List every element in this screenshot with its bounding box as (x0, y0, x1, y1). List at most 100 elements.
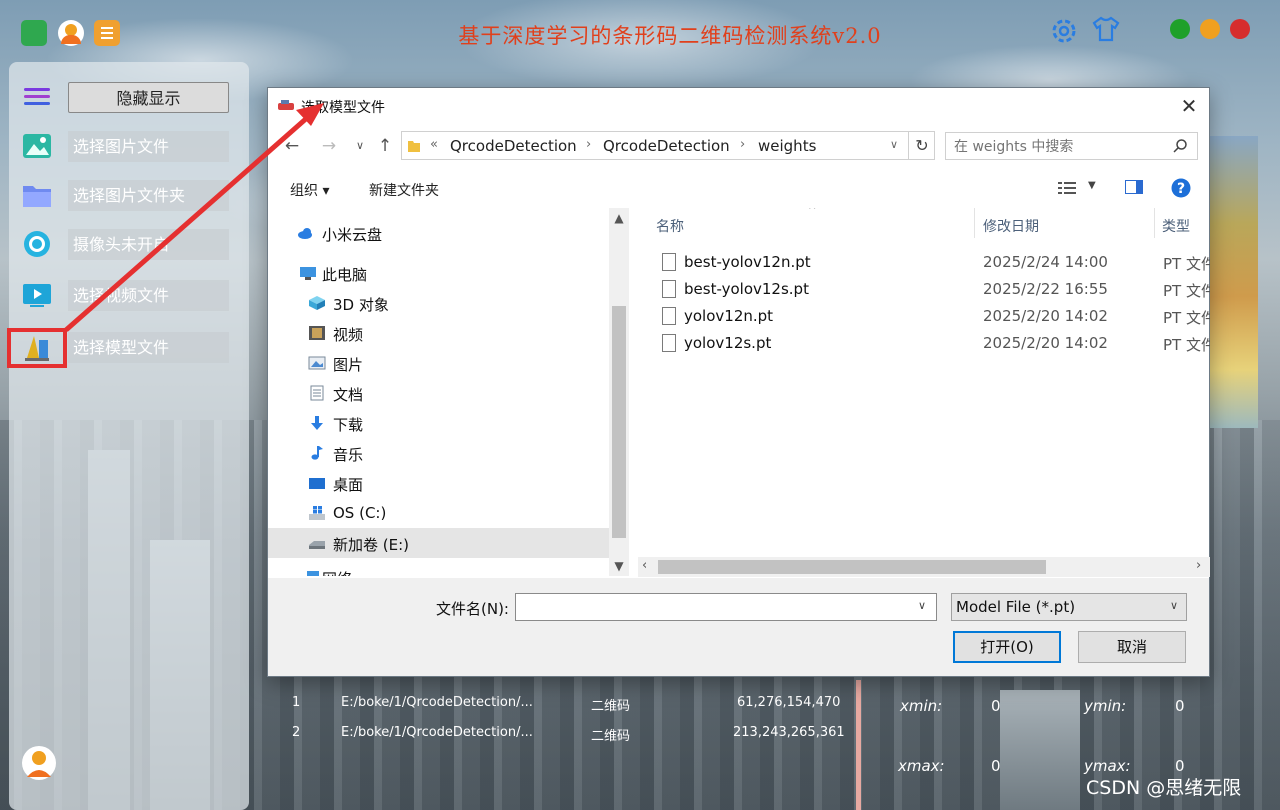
nav-item-videos[interactable]: 视频 (268, 318, 609, 348)
download-icon (311, 416, 323, 430)
nav-item-os-c[interactable]: OS (C:) (268, 498, 609, 528)
menu-icon[interactable] (21, 82, 53, 112)
table-row[interactable]: 1 E:/boke/1/QrcodeDetection/... 二维码 61,2… (282, 688, 856, 718)
ymin-value: 0 (1175, 697, 1185, 715)
column-header-date[interactable]: 修改日期 (983, 216, 1039, 236)
scroll-up-icon[interactable]: ▲ (609, 211, 629, 225)
view-dropdown-icon[interactable]: ▼ (1088, 180, 1096, 191)
address-segment[interactable]: QrcodeDetection (450, 137, 577, 155)
file-list-hscrollbar[interactable]: ‹ › (638, 557, 1210, 577)
scrollbar-thumb[interactable] (658, 560, 1046, 574)
search-input[interactable] (954, 137, 1164, 157)
theme-shirt-icon[interactable] (1092, 16, 1120, 42)
dialog-close-icon[interactable]: ✕ (1174, 92, 1204, 120)
sort-ascending-icon: ^ (808, 208, 817, 216)
close-button[interactable] (1230, 19, 1250, 39)
file-icon (662, 253, 676, 271)
sidebar-item-image-file[interactable]: 选择图片文件 (9, 127, 249, 167)
file-type: PT 文件 (1163, 336, 1210, 354)
chevron-down-icon[interactable]: ∨ (890, 138, 898, 151)
logo-icon[interactable] (21, 20, 47, 46)
chevron-down-icon[interactable]: ∨ (1170, 599, 1178, 612)
address-segment[interactable]: QrcodeDetection (603, 137, 730, 155)
folder-icon (408, 141, 420, 152)
dialog-titlebar[interactable]: 选取模型文件 ✕ (268, 88, 1209, 124)
table-row[interactable]: 2 E:/boke/1/QrcodeDetection/... 二维码 213,… (282, 718, 856, 748)
settings-icon[interactable] (1049, 16, 1079, 46)
file-icon (662, 307, 676, 325)
scrollbar-thumb[interactable] (612, 306, 626, 538)
organize-button[interactable]: 组织 ▾ (290, 180, 329, 200)
address-segment[interactable]: weights (758, 137, 816, 155)
chevron-right-icon: › (740, 137, 746, 152)
view-options-icon[interactable] (1058, 181, 1076, 195)
nav-item-this-pc[interactable]: 此电脑 (268, 258, 609, 288)
scroll-right-icon[interactable]: › (1196, 558, 1201, 573)
scroll-down-icon[interactable]: ▼ (609, 559, 629, 573)
forward-arrow-icon[interactable]: → (319, 136, 339, 156)
toggle-display-button[interactable]: 隐藏显示 (68, 82, 229, 113)
select-video-button[interactable]: 选择视频文件 (68, 280, 229, 311)
column-divider[interactable] (974, 208, 975, 238)
row-index: 1 (292, 695, 301, 710)
search-icon[interactable] (1172, 138, 1188, 154)
watermark-text: CSDN @思绪无限 (1086, 777, 1242, 799)
xmax-value: 0 (991, 757, 1001, 775)
column-header-type[interactable]: 类型 (1162, 216, 1190, 236)
help-icon[interactable]: ? (1171, 178, 1191, 198)
panel-divider[interactable] (856, 680, 861, 810)
minimize-button[interactable] (1200, 19, 1220, 39)
file-row[interactable]: yolov12s.pt 2025/2/20 14:02 PT 文件 (638, 330, 1210, 357)
row-path: E:/boke/1/QrcodeDetection/... (341, 695, 533, 710)
nav-item-volume-e[interactable]: 新加卷 (E:) (268, 528, 609, 558)
address-bar[interactable]: « QrcodeDetection › QrcodeDetection › we… (401, 131, 935, 160)
select-image-button[interactable]: 选择图片文件 (68, 131, 229, 162)
user-icon[interactable] (58, 20, 84, 46)
select-model-button[interactable]: 选择模型文件 (68, 332, 229, 363)
file-type-select[interactable]: Model File (*.pt) ∨ (951, 593, 1187, 621)
drive-icon (309, 541, 325, 549)
maximize-button[interactable] (1170, 19, 1190, 39)
nav-item-3d-objects[interactable]: 3D 对象 (268, 288, 609, 318)
new-folder-button[interactable]: 新建文件夹 (369, 180, 439, 200)
filename-combobox[interactable]: ∨ (515, 593, 937, 621)
nav-item-desktop[interactable]: 桌面 (268, 468, 609, 498)
nav-item-cloud[interactable]: 小米云盘 (268, 218, 609, 248)
camera-button[interactable]: 摄像头未开启 (68, 229, 229, 260)
image-preview (1208, 136, 1258, 428)
select-folder-button[interactable]: 选择图片文件夹 (68, 180, 229, 211)
file-date: 2025/2/22 16:55 (983, 280, 1108, 298)
sidebar-item-camera[interactable]: 摄像头未开启 (9, 225, 249, 265)
chevron-down-icon[interactable]: ∨ (918, 599, 926, 612)
file-row[interactable]: best-yolov12s.pt 2025/2/22 16:55 PT 文件 (638, 276, 1210, 303)
row-coords: 213,243,265,361 (733, 725, 845, 740)
sidebar-item-video[interactable]: 选择视频文件 (9, 276, 249, 316)
nav-item-pictures[interactable]: 图片 (268, 348, 609, 378)
nav-item-network[interactable]: 网络 (268, 562, 609, 576)
nav-item-music[interactable]: 音乐 (268, 438, 609, 468)
column-divider[interactable] (1154, 208, 1155, 238)
svg-text:?: ? (1177, 181, 1185, 197)
preview-pane-icon[interactable] (1125, 180, 1143, 194)
user-avatar-icon[interactable] (21, 745, 57, 781)
search-box[interactable] (945, 132, 1198, 160)
file-row[interactable]: yolov12n.pt 2025/2/20 14:02 PT 文件 (638, 303, 1210, 330)
nav-item-documents[interactable]: 文档 (268, 378, 609, 408)
scroll-left-icon[interactable]: ‹ (642, 558, 647, 573)
column-header-name[interactable]: 名称 (656, 216, 684, 236)
refresh-icon[interactable]: ↻ (908, 132, 935, 159)
sidebar-item-image-folder[interactable]: 选择图片文件夹 (9, 176, 249, 216)
cancel-button[interactable]: 取消 (1078, 631, 1186, 663)
recent-chevron-icon[interactable]: ∨ (350, 136, 370, 156)
nav-scrollbar[interactable]: ▲ ▼ (609, 208, 629, 576)
nav-item-downloads[interactable]: 下载 (268, 408, 609, 438)
filename-input[interactable] (520, 597, 910, 617)
up-arrow-icon[interactable]: ↑ (375, 136, 395, 156)
notes-icon[interactable] (94, 20, 120, 46)
file-name: best-yolov12n.pt (684, 253, 811, 271)
desktop-icon (309, 478, 325, 489)
file-row[interactable]: best-yolov12n.pt 2025/2/24 14:00 PT 文件 (638, 249, 1210, 276)
address-overflow[interactable]: « (430, 137, 438, 152)
open-button[interactable]: 打开(O) (953, 631, 1061, 663)
back-arrow-icon[interactable]: ← (282, 136, 302, 156)
